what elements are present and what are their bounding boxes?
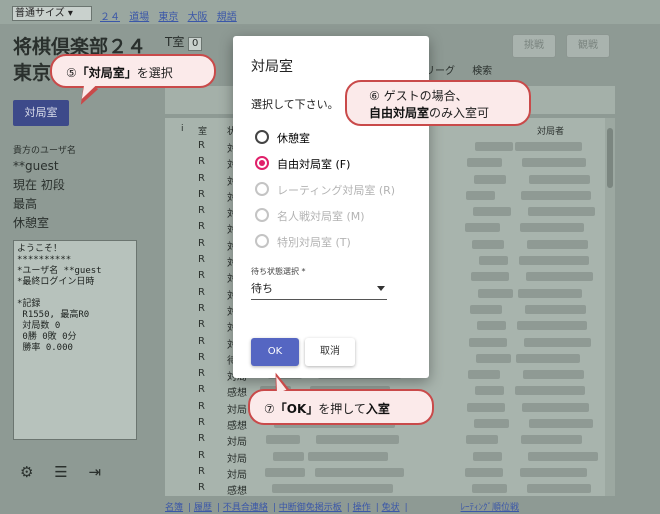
option-free-room[interactable]: 自由対局室 (F)	[255, 154, 425, 174]
option-rest-room[interactable]: 休憩室	[255, 128, 425, 148]
footer-link[interactable]: 操作	[353, 503, 371, 513]
top-link[interactable]: 規語	[217, 12, 237, 23]
option-rating-room: レーティング対局室 (R)	[255, 180, 425, 200]
callout-step6: ⑥ ゲストの場合、 自由対局室のみ入室可	[345, 80, 531, 126]
dialog-title: 対局室	[251, 59, 293, 75]
cancel-button[interactable]: 取消	[305, 338, 355, 366]
current-room: 休憩室	[13, 216, 50, 230]
gear-icon[interactable]: ⚙	[20, 463, 33, 481]
taisen-room-button[interactable]: 対局室	[13, 100, 69, 126]
current-rank: 現在 初段	[13, 178, 65, 192]
callout-step7: ⑦「OK」を押して入室	[248, 389, 434, 425]
radio-icon	[255, 208, 269, 222]
best-rank: 最高	[13, 197, 38, 211]
logout-icon[interactable]: ⇥	[88, 463, 101, 481]
footer-link[interactable]: 履歴	[194, 503, 212, 513]
tab-search[interactable]: 検索	[472, 66, 492, 77]
t-room-counter: T室 0	[165, 33, 203, 51]
bottom-toolbar: ⚙ ☰ ⇥	[20, 463, 117, 481]
top-link[interactable]: 道場	[129, 12, 149, 23]
footer-link[interactable]: 免状	[382, 503, 400, 513]
tab-league[interactable]: リーグ	[425, 66, 455, 77]
wait-state-select[interactable]: 待ち	[251, 280, 387, 300]
radio-icon	[255, 234, 269, 248]
dropdown-arrow-icon	[377, 286, 385, 291]
table-row[interactable]: R対局	[165, 431, 615, 448]
option-meijin-room: 名人戦対局室 (M)	[255, 206, 425, 226]
footer-link[interactable]: 不具合連絡	[223, 503, 268, 513]
chat-log[interactable]: ようこそ！ ********** *ユーザ名 **guest *最終ログイン日時…	[13, 240, 137, 440]
table-row[interactable]: R 感想	[165, 480, 615, 496]
table-row[interactable]: R対局	[165, 464, 615, 481]
radio-icon	[255, 130, 269, 144]
size-select[interactable]: 普通サイズ ▾	[12, 6, 92, 21]
list-icon[interactable]: ☰	[54, 463, 67, 481]
table-row[interactable]: R対局	[165, 448, 615, 465]
dialog-instruction: 選択して下さい。	[251, 98, 339, 111]
footer-links: 名簿 | 履歴 | 不具合連絡 | 中断御免掲示板 | 操作 | 免状 | ﾚｰﾃｨﾝｸﾞ順…	[165, 503, 520, 513]
top-link[interactable]: ２４	[100, 12, 120, 23]
watch-button[interactable]: 観戦	[566, 34, 610, 58]
top-link[interactable]: 東京	[158, 12, 178, 23]
footer-rating-link[interactable]: ﾚｰﾃｨﾝｸﾞ順位戦	[461, 503, 520, 513]
ok-button[interactable]: OK	[251, 338, 299, 366]
username: **guest	[13, 159, 59, 173]
wait-state-label: 待ち状態選択 *	[251, 267, 306, 276]
option-special-room: 特別対局室 (T)	[255, 232, 425, 252]
radio-icon	[255, 182, 269, 196]
site-location: 東京	[13, 62, 52, 84]
callout-step5: ⑤「対局室」を選択	[50, 54, 216, 88]
table-scrollbar[interactable]	[605, 118, 615, 496]
footer-link[interactable]: 名簿	[165, 503, 183, 513]
footer-link[interactable]: 中断御免掲示板	[279, 503, 342, 513]
top-bar	[0, 0, 660, 24]
radio-selected-icon	[255, 156, 269, 170]
top-links: ２４ 道場 東京 大阪 規語	[100, 8, 243, 23]
user-info-label: 貴方のユーザ名	[13, 146, 76, 156]
top-link[interactable]: 大阪	[188, 12, 208, 23]
challenge-button[interactable]: 挑戦	[512, 34, 556, 58]
user-info: 貴方のユーザ名 **guest 現在 初段 最高 休憩室	[13, 145, 76, 233]
tab-bar: リーグ 検索	[425, 62, 506, 77]
